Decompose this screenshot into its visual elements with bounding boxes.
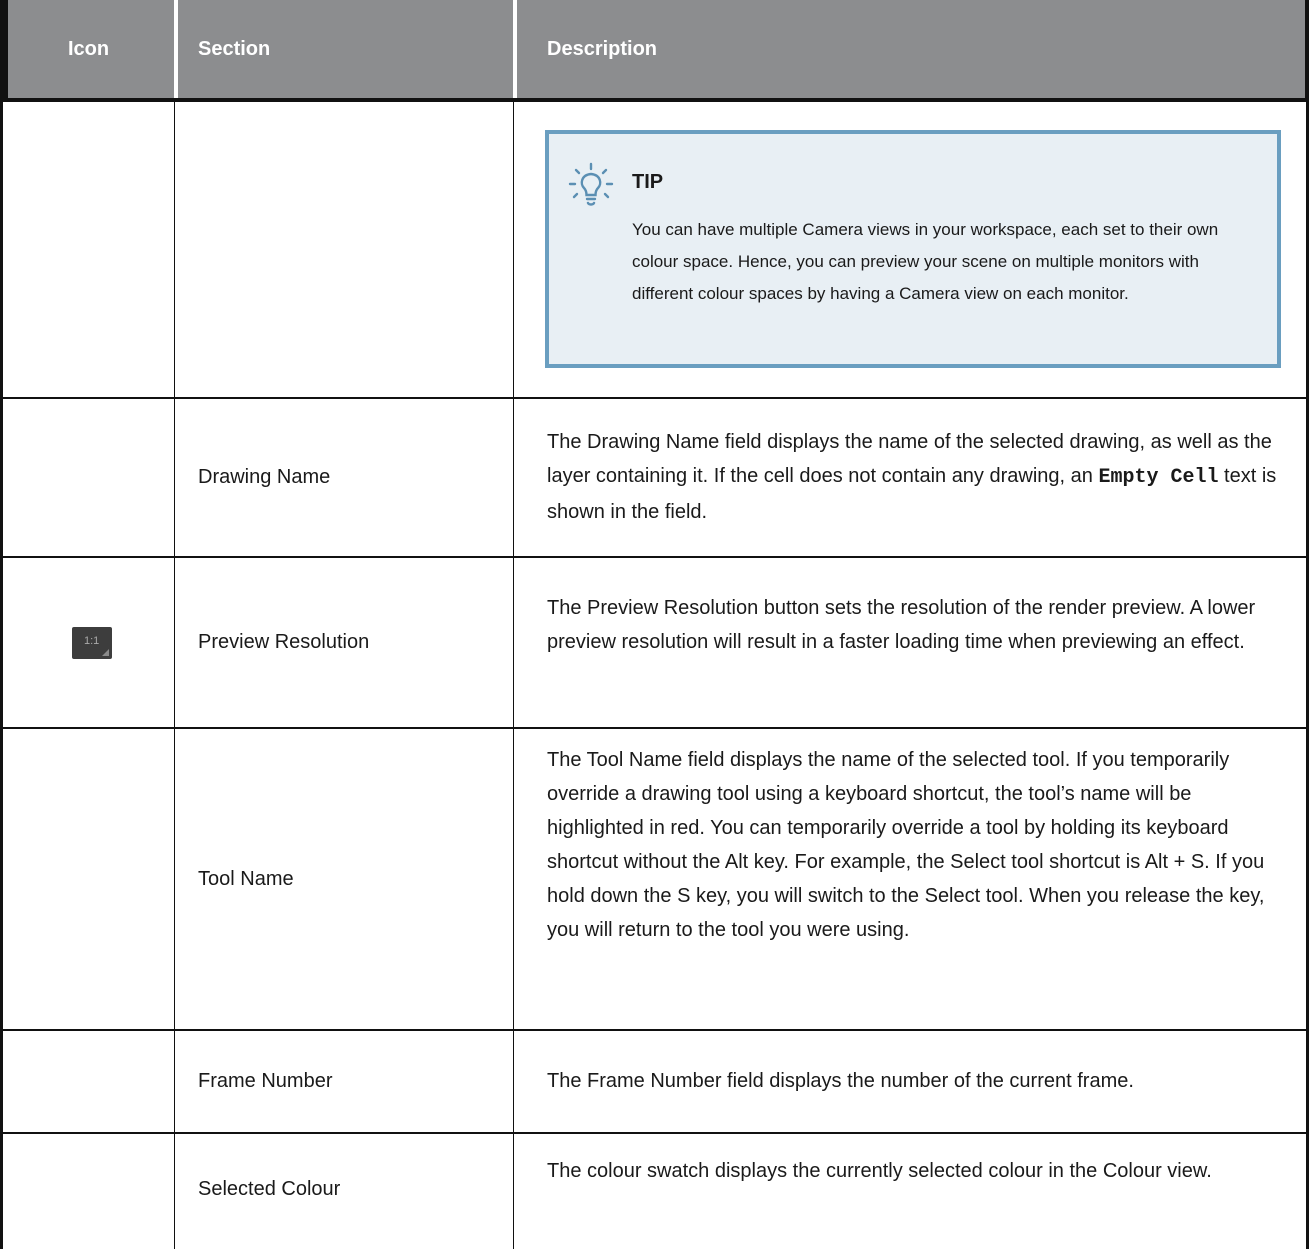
- header-section: Section: [198, 37, 271, 60]
- header-description: Description: [547, 37, 658, 60]
- reference-table: Icon Section Description TIP You can hav…: [0, 0, 1309, 1249]
- row-divider: [0, 1029, 1309, 1031]
- section-preview-resolution: Preview Resolution: [198, 631, 370, 653]
- tip-callout: TIP You can have multiple Camera views i…: [545, 130, 1281, 368]
- section-tool-name: Tool Name: [198, 867, 294, 890]
- preview-resolution-icon: 1:1: [72, 627, 112, 659]
- row-divider: [0, 556, 1309, 558]
- row-divider: [0, 397, 1309, 399]
- section-selected-colour: Selected Colour: [198, 1177, 341, 1200]
- column-divider: [513, 102, 514, 1249]
- lightbulb-icon: [568, 162, 614, 206]
- tip-title: TIP: [632, 171, 664, 193]
- section-frame-number: Frame Number: [198, 1070, 333, 1092]
- description-drawing-name: The Drawing Name field displays the name…: [547, 431, 1277, 523]
- row-divider: [0, 1132, 1309, 1134]
- section-drawing-name: Drawing Name: [198, 466, 331, 488]
- row-divider: [0, 727, 1309, 729]
- description-tool-name: The Tool Name field displays the name of…: [547, 749, 1265, 941]
- description-frame-number: The Frame Number field displays the numb…: [547, 1070, 1134, 1092]
- code-empty-cell: Empty Cell: [1098, 466, 1219, 489]
- column-divider: [174, 102, 175, 1249]
- description-preview-resolution: The Preview Resolution button sets the r…: [547, 597, 1256, 653]
- header-separator: [174, 0, 178, 98]
- description-selected-colour: The colour swatch displays the currently…: [547, 1160, 1212, 1182]
- header-separator: [513, 0, 517, 98]
- header-icon: Icon: [68, 37, 110, 60]
- tip-body: You can have multiple Camera views in yo…: [632, 220, 1219, 303]
